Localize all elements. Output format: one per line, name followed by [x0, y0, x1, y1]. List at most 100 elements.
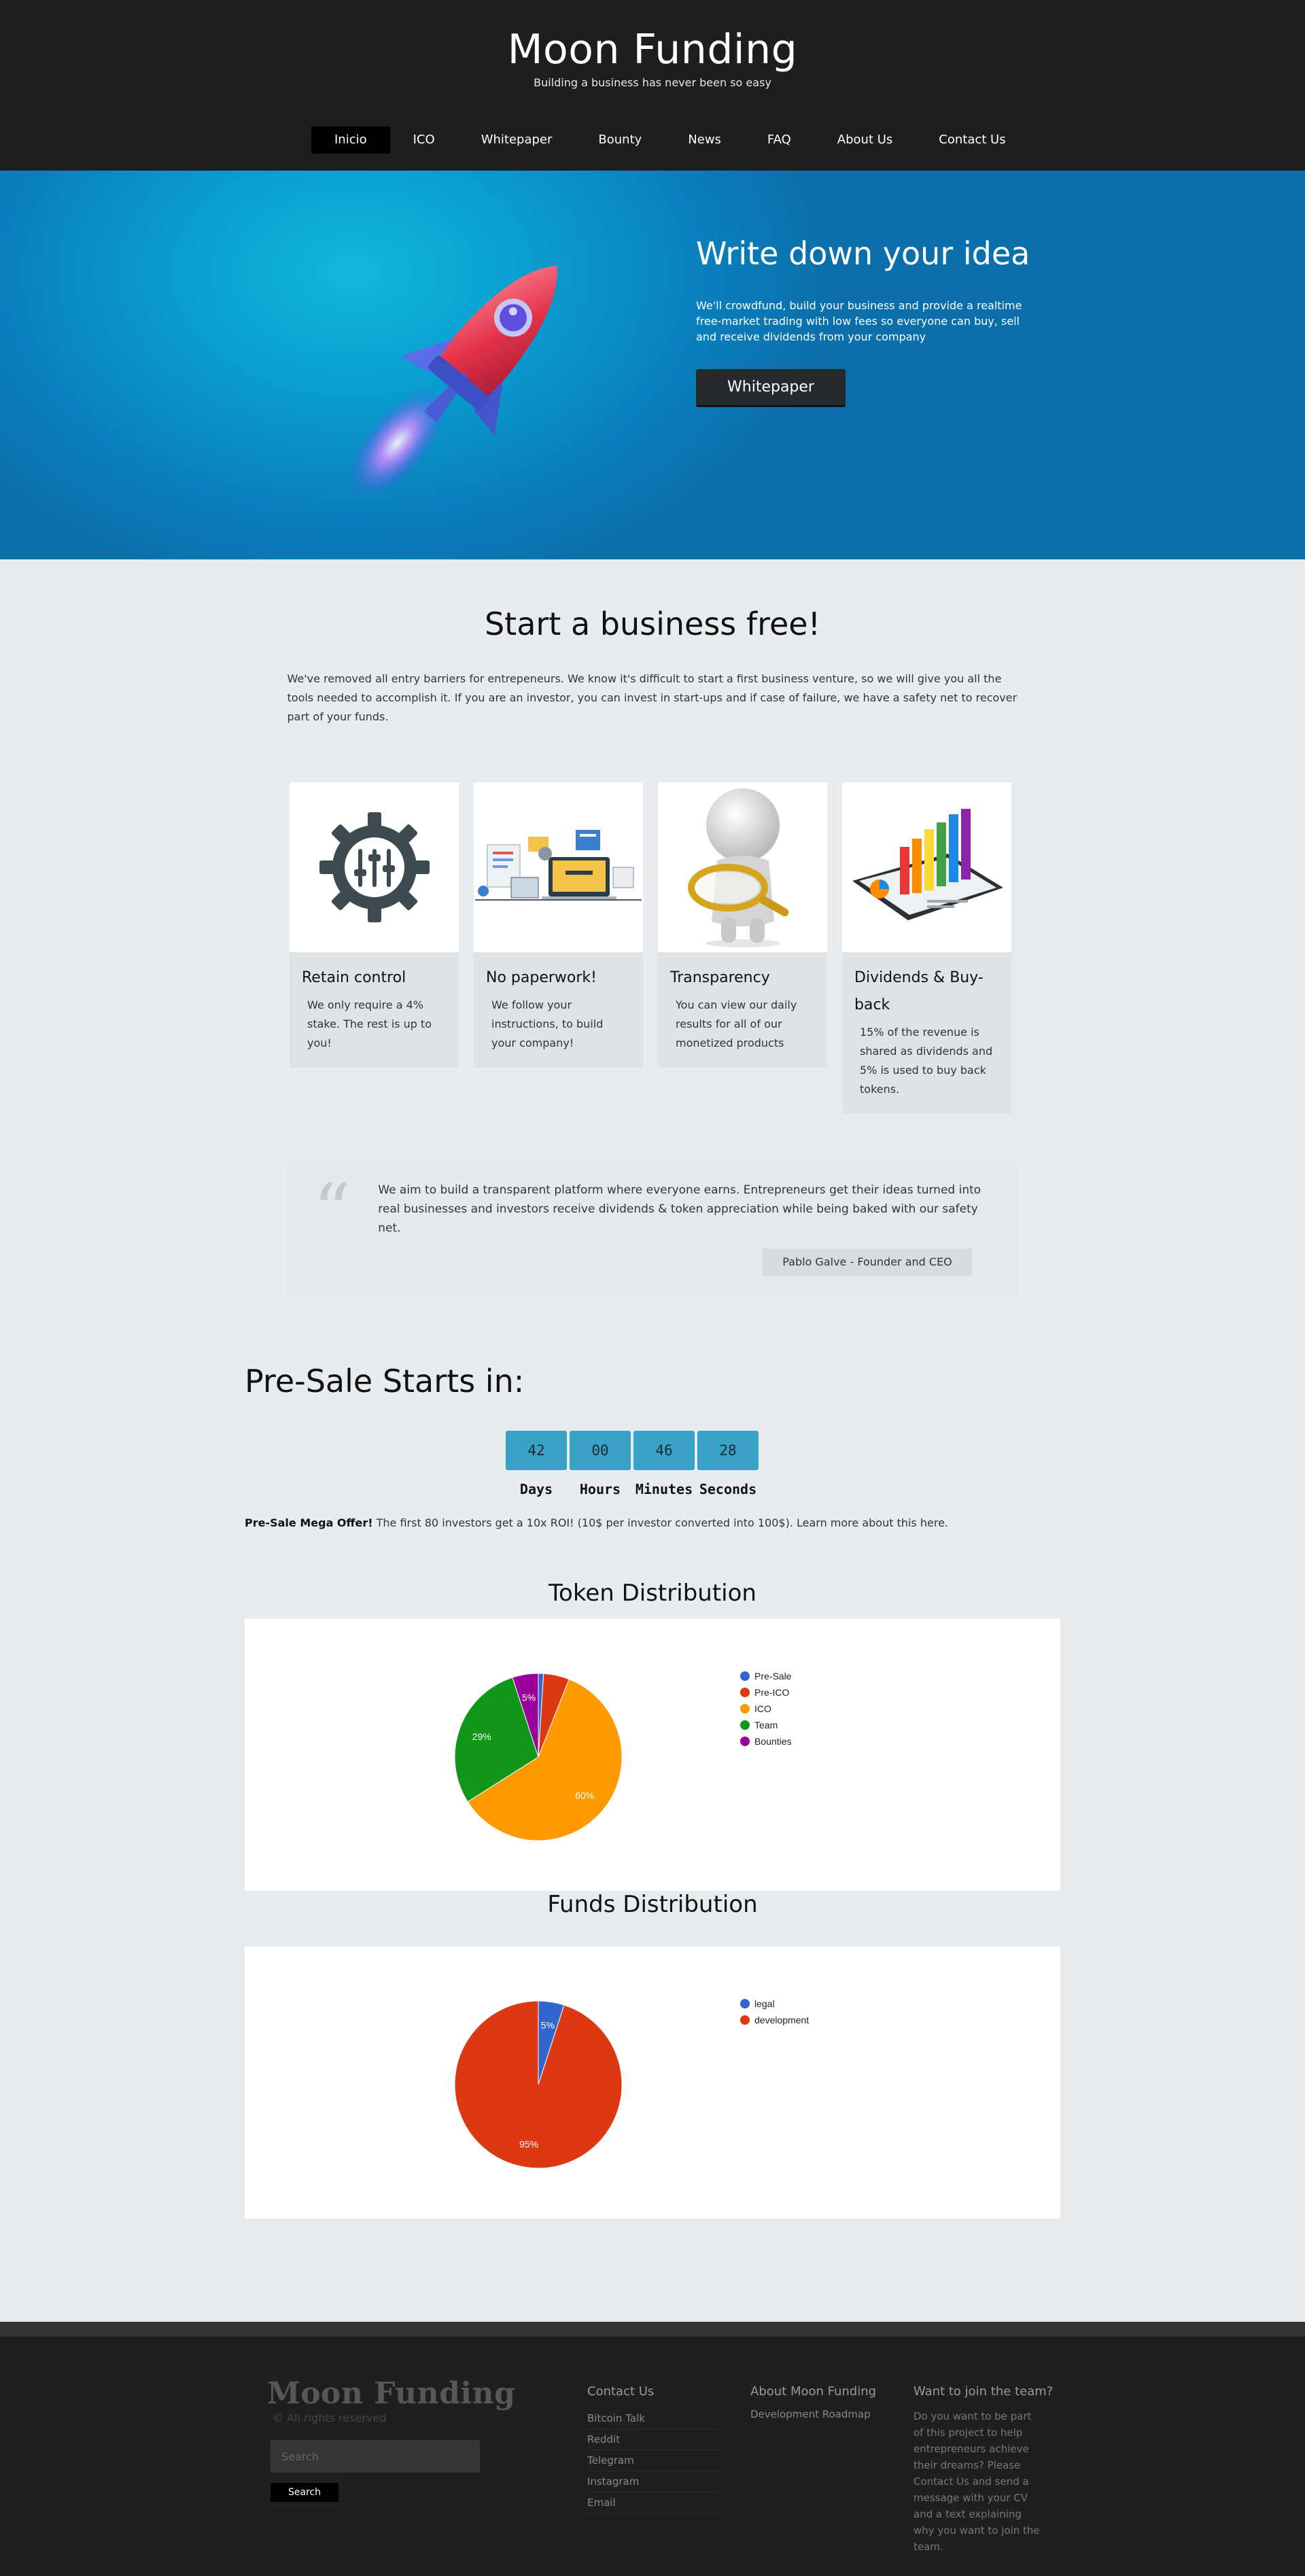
countdown-days: 42 Days: [506, 1431, 567, 1497]
legend-label[interactable]: ICO: [754, 1703, 771, 1714]
countdown-minutes: 46 Minutes: [633, 1431, 695, 1497]
feature-card: Dividends & Buy-back 15% of the revenue …: [842, 782, 1011, 1114]
legend-swatch: [740, 1704, 750, 1713]
brand: Moon Funding Building a business has nev…: [0, 26, 1305, 89]
footer-join-text: Do you want to be part of this project t…: [914, 2410, 1040, 2553]
footer-search-button[interactable]: Search: [271, 2483, 338, 2502]
legend-label[interactable]: legal: [754, 1998, 775, 2009]
hero-content: Write down your idea We'll crowdfund, bu…: [696, 235, 1036, 407]
testimonial-quote: “ We aim to build a transparent platform…: [285, 1163, 1020, 1298]
footer-link-roadmap[interactable]: Development Roadmap: [750, 2408, 880, 2424]
chart-title: Token Distribution: [549, 1580, 756, 1607]
whitepaper-button[interactable]: Whitepaper: [696, 369, 846, 407]
nav-item-news[interactable]: News: [665, 126, 744, 154]
site-tagline: Building a business has never been so ea…: [534, 76, 771, 89]
legend-swatch: [740, 1737, 750, 1746]
pie-slice-label: 5%: [541, 2020, 555, 2031]
nav-item-faq[interactable]: FAQ: [744, 126, 814, 154]
funds-distribution-section: Funds Distribution 5% 95% legal development: [0, 1891, 1305, 2218]
legend-label[interactable]: development: [754, 2015, 809, 2025]
hero-description: We'll crowdfund, build your business and…: [696, 299, 1022, 343]
quote-author: Pablo Galve - Founder and CEO: [763, 1249, 972, 1276]
legend-label[interactable]: Team: [754, 1720, 778, 1730]
settings-gear-icon: [319, 812, 430, 922]
legend-label[interactable]: Bounties: [754, 1736, 791, 1747]
feature-image: [842, 782, 1011, 952]
funds-distribution-chart: 5% 95% legal development: [245, 1947, 1060, 2218]
feature-card: No paperwork! We follow your instruction…: [474, 782, 643, 1068]
pie-slice-label: 60%: [575, 1790, 594, 1800]
footer-about-column: About Moon Funding Development Roadmap: [750, 2384, 880, 2424]
legend-swatch: [740, 1720, 750, 1730]
presale-section: Pre-Sale Starts in: 42 Days 00 Hours 46 …: [245, 1363, 1060, 1529]
nav-item-whitepaper[interactable]: Whitepaper: [458, 126, 576, 154]
feature-title: Transparency: [670, 969, 770, 986]
feature-text: 15% of the revenue is shared as dividend…: [860, 1026, 993, 1096]
feature-text: We only require a 4% stake. The rest is …: [307, 998, 432, 1049]
footer-contact-column: Contact Us Bitcoin Talk Reddit Telegram …: [587, 2384, 716, 2513]
pie-chart: 60% 29% 5% Pre-Sale Pre-ICO ICO Team Bounties: [454, 1671, 792, 1841]
footer-link-reddit[interactable]: Reddit: [587, 2429, 716, 2450]
footer-link-telegram[interactable]: Telegram: [587, 2450, 716, 2471]
offer-highlight: Pre-Sale Mega Offer!: [245, 1516, 373, 1529]
magnifying-glass-figure-icon: [687, 788, 788, 947]
token-distribution-section: Token Distribution 60% 29% 5% Pre-Sale Pre-I…: [0, 1580, 1305, 1891]
site-title[interactable]: Moon Funding: [0, 26, 1305, 73]
footer-contact-title: Contact Us: [587, 2384, 655, 2399]
feature-title: No paperwork!: [486, 969, 597, 986]
feature-image: [658, 782, 827, 952]
countdown-label: Minutes: [635, 1481, 693, 1497]
chart-title: Funds Distribution: [547, 1891, 758, 1918]
footer-logo: Moon Funding: [267, 2376, 516, 2411]
footer-about-title: About Moon Funding: [750, 2384, 877, 2399]
site-header: Moon Funding Building a business has nev…: [0, 0, 1305, 171]
countdown-timer: 42 Days 00 Hours 46 Minutes 28 Seconds: [245, 1431, 1020, 1497]
countdown-label: Seconds: [699, 1481, 757, 1497]
feature-text: We follow your instructions, to build yo…: [491, 998, 604, 1049]
countdown-value: 42: [506, 1431, 567, 1470]
footer-link-instagram[interactable]: Instagram: [587, 2471, 716, 2492]
countdown-value: 00: [570, 1431, 631, 1470]
legend-swatch: [740, 1999, 750, 2008]
feature-image: [290, 782, 459, 952]
nav-item-bounty[interactable]: Bounty: [575, 126, 665, 154]
feature-title: Dividends & Buy-back: [854, 969, 984, 1013]
footer-link-email[interactable]: Email: [587, 2492, 716, 2513]
pie-slice-label: 29%: [472, 1731, 491, 1742]
footer-join-column: Want to join the team? Do you want to be…: [914, 2384, 1053, 2555]
pie-chart: 5% 95% legal development: [454, 1998, 809, 2169]
feature-text: You can view our daily results for all o…: [676, 998, 797, 1049]
footer-search-input[interactable]: [271, 2440, 480, 2473]
countdown-label: Days: [519, 1481, 553, 1497]
legend-swatch: [740, 1671, 750, 1681]
legend-label[interactable]: Pre-Sale: [754, 1671, 792, 1682]
footer-copyright: © All rights reserved: [273, 2412, 387, 2424]
legend-swatch: [740, 1688, 750, 1697]
main-nav: Inicio ICO Whitepaper Bounty News FAQ Ab…: [311, 126, 1029, 154]
rocket-illustration: [349, 265, 557, 496]
footer-link-bitcoin-talk[interactable]: Bitcoin Talk: [587, 2408, 716, 2429]
nav-item-contact-us[interactable]: Contact Us: [916, 126, 1028, 154]
quote-text: We aim to build a transparent platform w…: [378, 1183, 981, 1235]
quote-mark-icon: “: [313, 1168, 351, 1255]
feature-card: Retain control We only require a 4% stak…: [290, 782, 459, 1068]
hero-banner: Write down your idea We'll crowdfund, bu…: [0, 171, 1305, 559]
feature-image: [474, 782, 643, 952]
feature-card: Transparency You can view our daily resu…: [658, 782, 827, 1068]
nav-item-ico[interactable]: ICO: [390, 126, 458, 154]
intro-section: Start a business free! We've removed all…: [0, 559, 1305, 727]
countdown-value: 46: [633, 1431, 695, 1470]
footer-join-title: Want to join the team?: [914, 2384, 1054, 2399]
offer-text[interactable]: The first 80 investors get a 10x ROI! (1…: [373, 1516, 948, 1529]
pie-slice-label: 95%: [519, 2138, 538, 2149]
nav-item-inicio[interactable]: Inicio: [311, 126, 390, 154]
feature-title: Retain control: [302, 969, 406, 986]
feature-cards: Retain control We only require a 4% stak…: [284, 782, 1021, 1114]
legend-label[interactable]: Pre-ICO: [754, 1687, 789, 1698]
presale-title: Pre-Sale Starts in:: [245, 1363, 525, 1399]
nav-item-about-us[interactable]: About Us: [814, 126, 916, 154]
hero-title: Write down your idea: [696, 235, 1030, 272]
pie-slice-label: 5%: [522, 1692, 536, 1703]
countdown-hours: 00 Hours: [570, 1431, 631, 1497]
presale-offer: Pre-Sale Mega Offer! The first 80 invest…: [245, 1516, 1060, 1529]
